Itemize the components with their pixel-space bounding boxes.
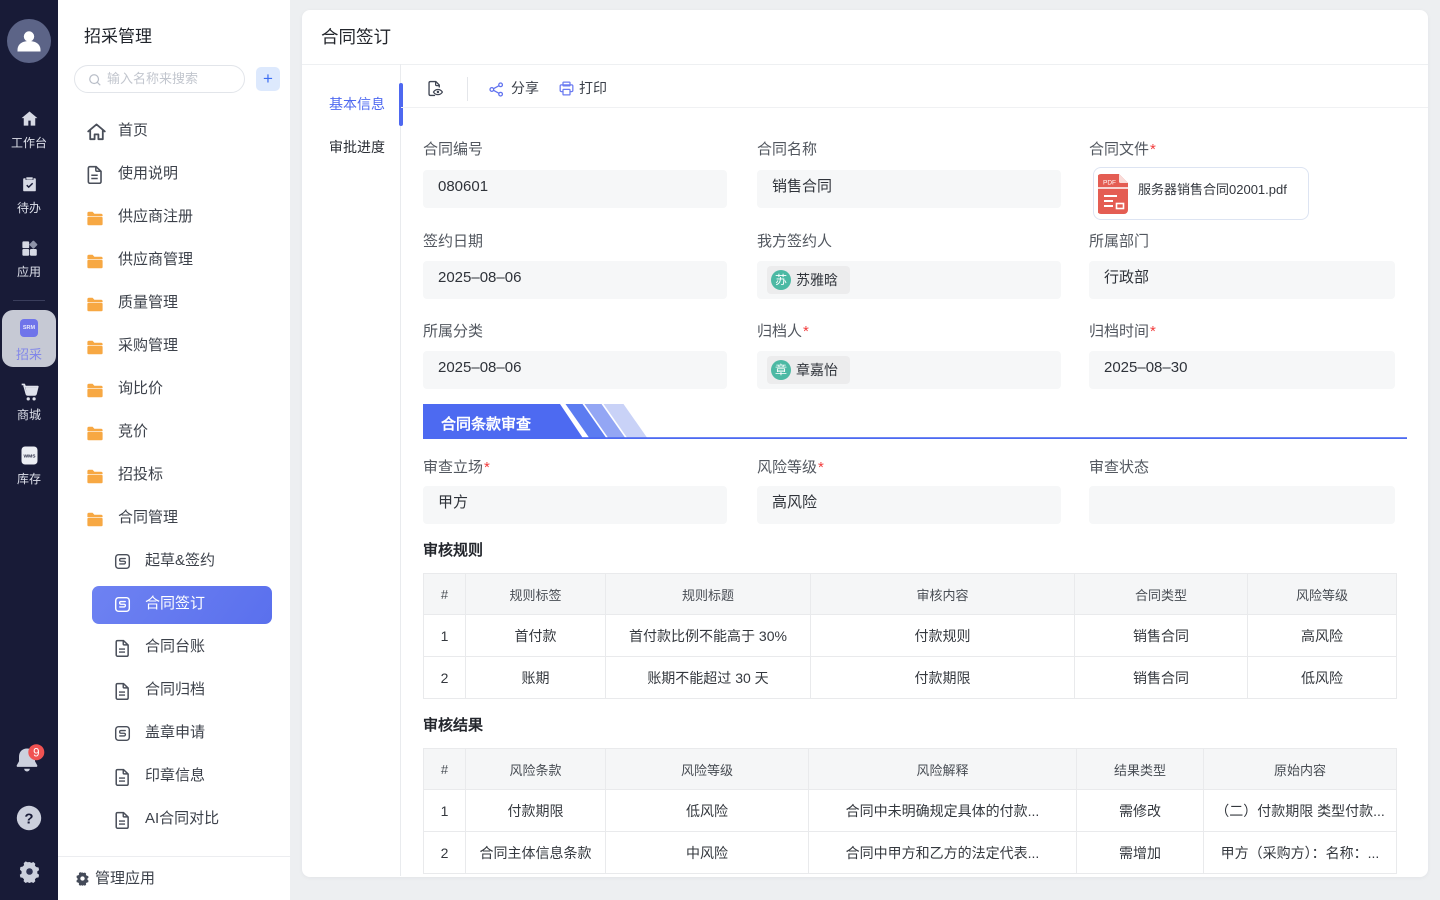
svg-text:9: 9 [33,747,39,759]
svg-text:?: ? [24,810,33,827]
svg-text:WMS: WMS [23,454,36,460]
svg-text:PDF: PDF [1103,180,1116,187]
